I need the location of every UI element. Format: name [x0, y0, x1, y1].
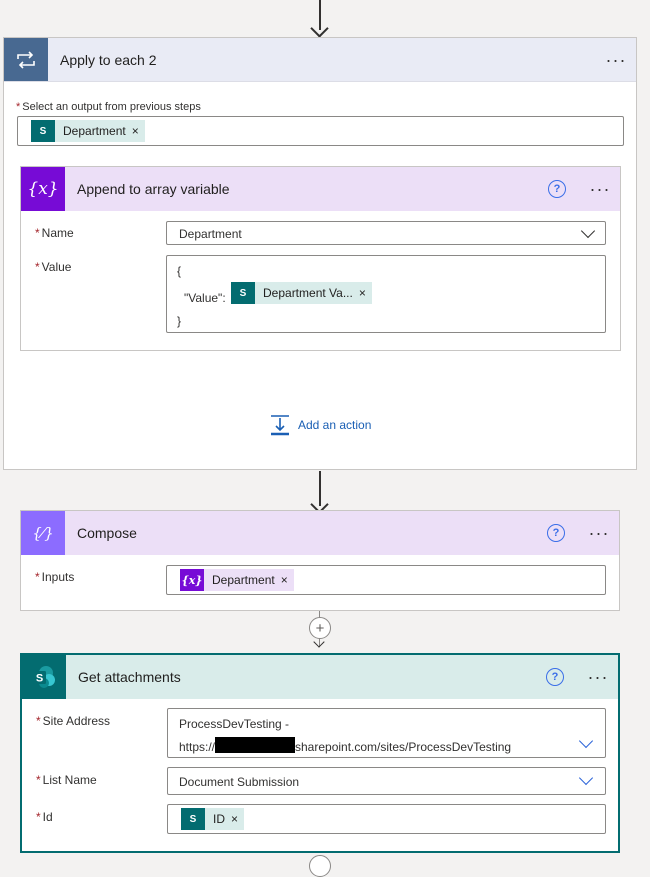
sharepoint-icon: S [231, 282, 255, 304]
value-label: * Value [35, 260, 72, 274]
id-label: * Id [36, 810, 53, 824]
chevron-down-icon [580, 223, 596, 239]
brace-open: { [177, 264, 182, 278]
apply-to-each-card: Apply to each 2 ··· * Select an output fr… [3, 37, 637, 470]
more-options-icon[interactable]: ··· [596, 51, 636, 69]
more-options-icon[interactable]: ··· [580, 180, 620, 198]
append-array-header[interactable]: {x} Append to array variable ? ··· [21, 167, 620, 211]
variable-icon: {x} [180, 569, 204, 591]
chevron-down-icon[interactable] [578, 770, 594, 786]
site-address-suffix: sharepoint.com/sites/ProcessDevTesting [295, 740, 512, 754]
insert-step-plus-icon[interactable] [309, 855, 331, 877]
apply-to-each-title: Apply to each 2 [60, 51, 157, 68]
compose-header[interactable]: {⁄} Compose ? ··· [21, 511, 619, 555]
sharepoint-icon: S [22, 655, 66, 699]
site-address-dropdown[interactable]: ProcessDevTesting - https:// sharepoint.… [167, 708, 606, 758]
select-output-field[interactable]: S Department × [17, 116, 624, 146]
department-token[interactable]: S Department × [31, 120, 145, 142]
id-field[interactable]: S ID × [167, 804, 606, 834]
list-name-label: * List Name [36, 773, 97, 787]
brace-close: } [177, 314, 182, 328]
value-field[interactable]: { "Value": S Department Va... × } [166, 255, 606, 333]
department-variable-token[interactable]: {x} Department × [180, 569, 294, 591]
value-key: "Value": [184, 291, 226, 305]
name-dropdown[interactable]: Department [166, 221, 606, 245]
help-icon[interactable]: ? [548, 180, 566, 198]
add-action-label: Add an action [298, 418, 372, 432]
svg-text:S: S [36, 673, 43, 685]
redacted-block [215, 737, 295, 753]
department-value-token[interactable]: S Department Va... × [231, 282, 372, 304]
remove-token-icon[interactable]: × [132, 124, 145, 138]
remove-token-icon[interactable]: × [359, 286, 372, 300]
remove-token-icon[interactable]: × [281, 573, 294, 587]
list-name-dropdown[interactable]: Document Submission [167, 767, 606, 795]
add-action-icon [271, 415, 289, 436]
compose-title: Compose [77, 525, 137, 541]
loop-icon [4, 38, 48, 81]
get-attachments-title: Get attachments [78, 669, 181, 685]
add-action-button[interactable]: Add an action [269, 414, 371, 436]
more-options-icon[interactable]: ··· [578, 668, 618, 686]
select-output-label: * Select an output from previous steps [16, 101, 201, 113]
chevron-down-icon[interactable] [578, 733, 594, 749]
help-icon[interactable]: ? [546, 668, 564, 686]
site-address-line1: ProcessDevTesting - [179, 717, 290, 731]
arrow-down-icon [310, 19, 329, 38]
compose-card: {⁄} Compose ? ··· * Inputs {x} Department… [20, 510, 620, 611]
inputs-field[interactable]: {x} Department × [166, 565, 606, 595]
sharepoint-icon: S [31, 120, 55, 142]
append-array-title: Append to array variable [77, 181, 230, 197]
sharepoint-icon: S [181, 808, 205, 830]
append-array-card: {x} Append to array variable ? ··· * Name… [20, 166, 621, 351]
get-attachments-card: S Get attachments ? ··· * Site Address Pr… [20, 653, 620, 853]
name-value: Department [179, 227, 242, 241]
insert-step-plus-icon[interactable]: + [309, 617, 331, 639]
inputs-label: * Inputs [35, 570, 75, 584]
get-attachments-header[interactable]: S Get attachments ? ··· [22, 655, 618, 699]
compose-icon: {⁄} [21, 511, 65, 555]
name-label: * Name [35, 226, 74, 240]
apply-to-each-header[interactable]: Apply to each 2 ··· [4, 38, 636, 82]
more-options-icon[interactable]: ··· [579, 524, 619, 542]
help-icon[interactable]: ? [547, 524, 565, 542]
site-address-label: * Site Address [36, 714, 111, 728]
list-name-value: Document Submission [179, 775, 300, 789]
variable-icon: {x} [21, 167, 65, 211]
id-token[interactable]: S ID × [181, 808, 245, 830]
site-address-prefix: https:// [179, 740, 216, 754]
remove-token-icon[interactable]: × [231, 812, 244, 826]
